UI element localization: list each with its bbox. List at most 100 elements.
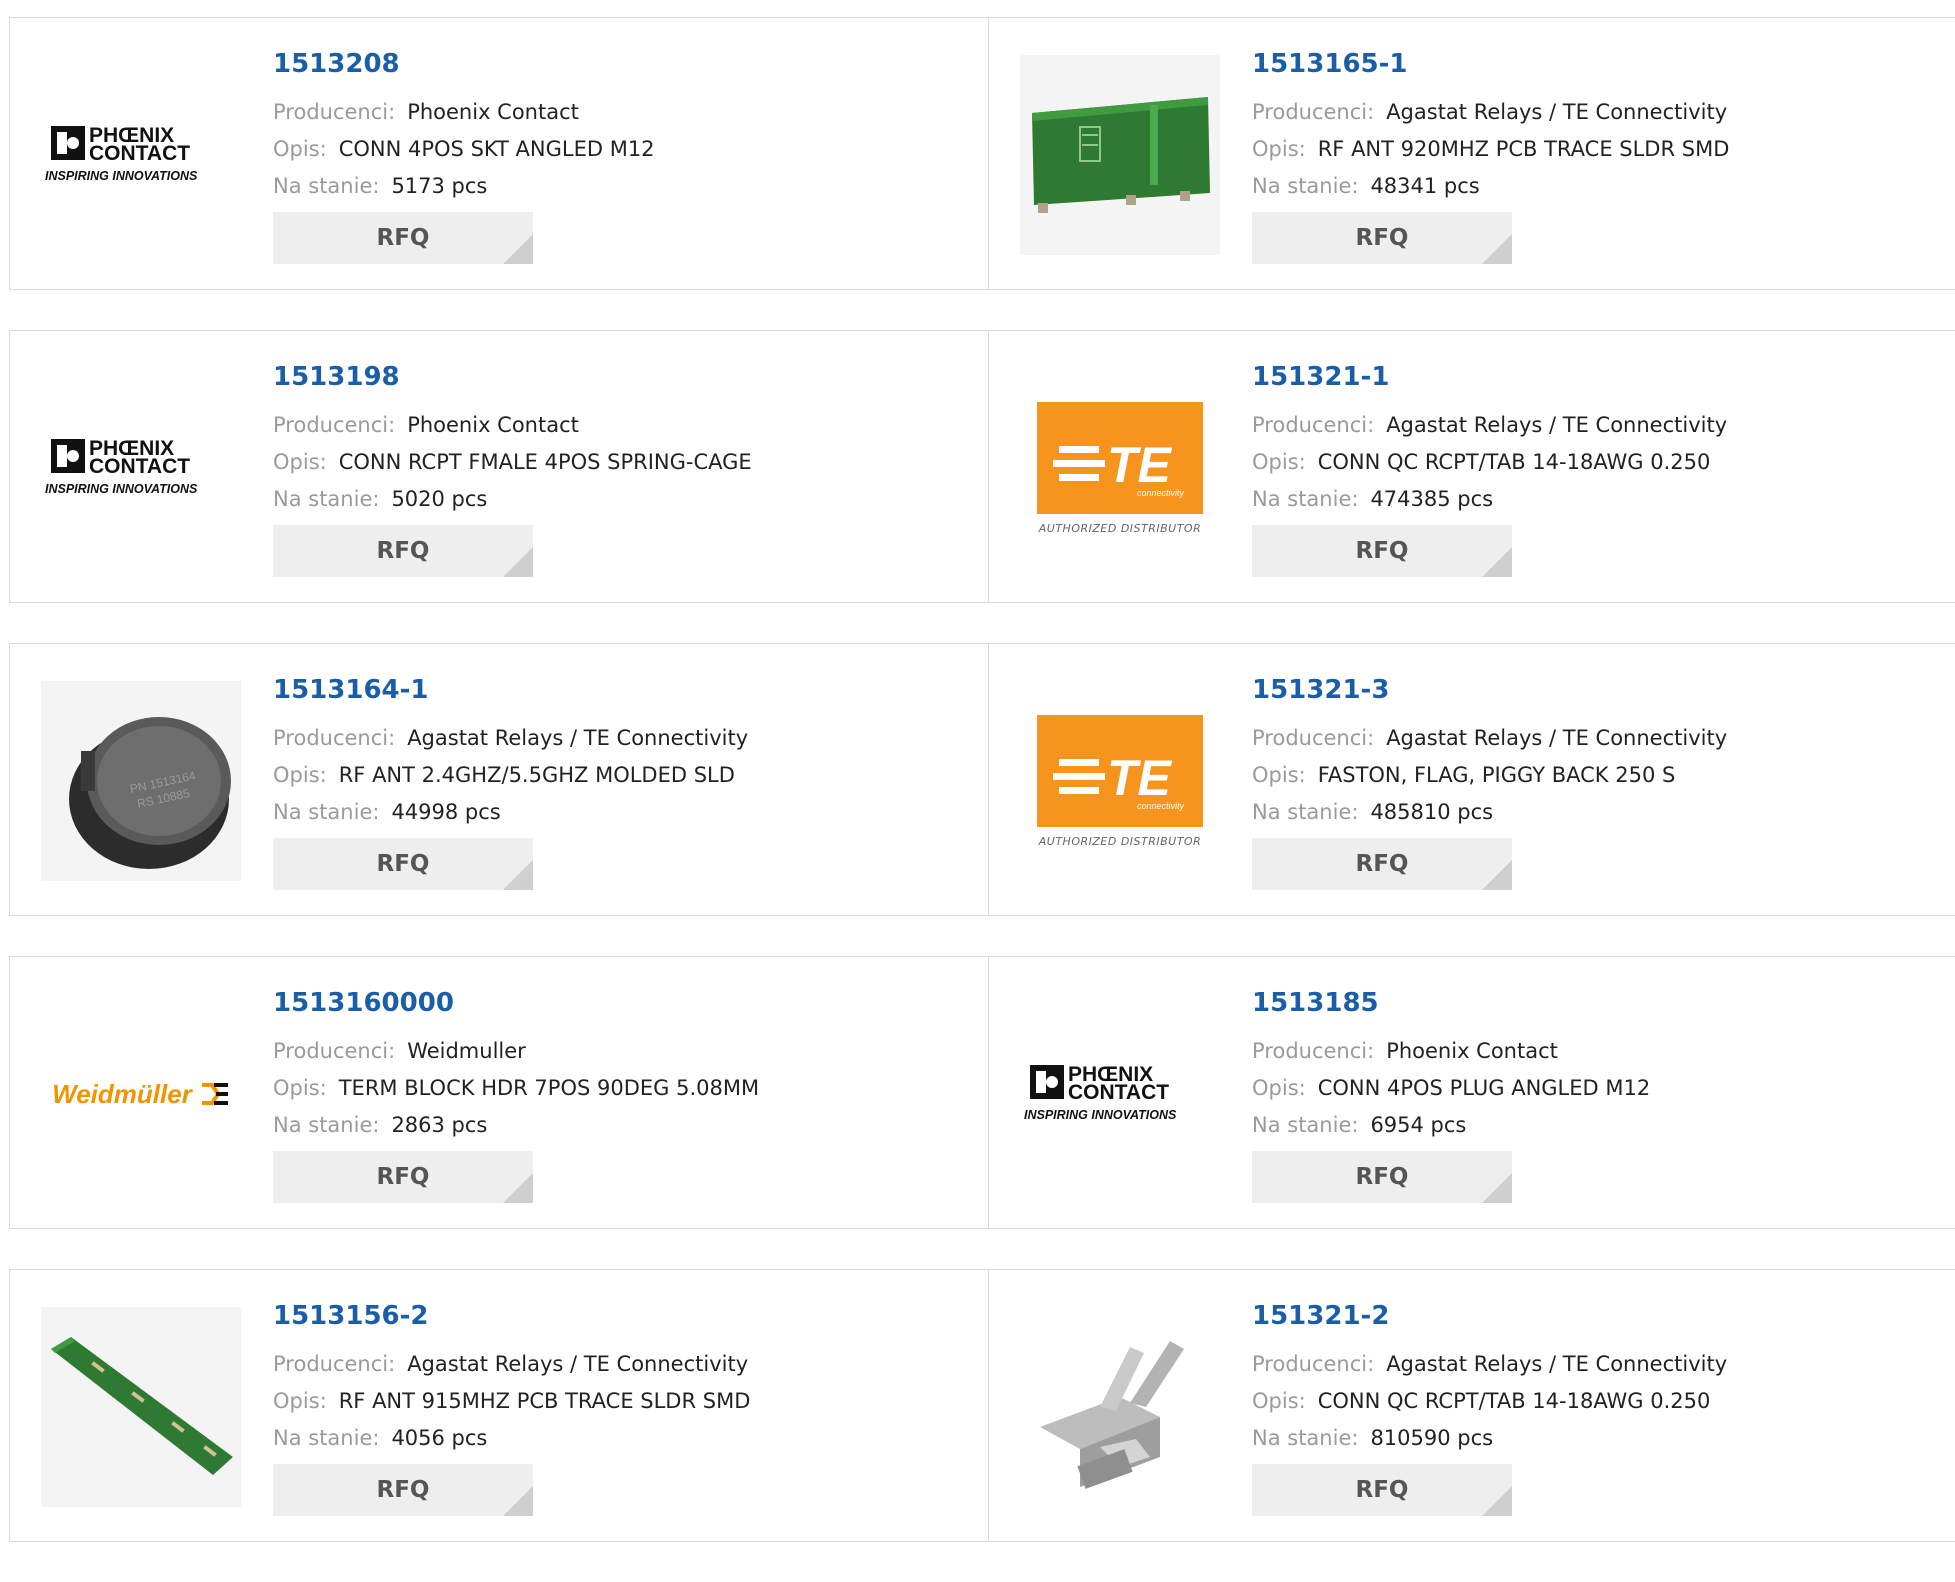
rfq-button[interactable]: RFQ	[1252, 1464, 1512, 1516]
corner-triangle-icon	[1482, 547, 1512, 577]
rfq-button[interactable]: RFQ	[273, 1464, 533, 1516]
product-thumbnail[interactable]: PN 1513164 RS 10885	[41, 681, 241, 881]
rfq-button[interactable]: RFQ	[1252, 525, 1512, 577]
te-logo-box: TE connectivity	[1037, 401, 1203, 514]
manufacturer-value: Phoenix Contact	[1386, 1039, 1558, 1063]
manufacturer-row: Producenci: Agastat Relays / TE Connectiv…	[273, 720, 748, 757]
corner-triangle-icon	[503, 1486, 533, 1516]
stock-value: 474385 pcs	[1370, 487, 1494, 511]
product-card: 151321-2 Producenci: Agastat Relays / TE …	[988, 1270, 1955, 1541]
stock-row: Na stanie: 474385 pcs	[1252, 481, 1727, 518]
corner-triangle-icon	[1482, 860, 1512, 890]
rfq-button[interactable]: RFQ	[1252, 1151, 1512, 1203]
rfq-button[interactable]: RFQ	[1252, 212, 1512, 264]
stock-value: 48341 pcs	[1370, 174, 1480, 198]
rfq-label: RFQ	[376, 851, 430, 877]
product-thumbnail[interactable]: Weidmüller	[41, 994, 241, 1194]
product-row: PHŒNIX CONTACT INSPIRING INNOVATIONS 151…	[9, 17, 1955, 290]
te-connectivity-logo: TE connectivity AUTHORIZED DISTRIBUTOR	[1020, 714, 1220, 848]
pcb-antenna-photo	[1020, 55, 1220, 255]
stock-value: 2863 pcs	[391, 1113, 488, 1137]
product-info: 1513164-1 Producenci: Agastat Relays / TE…	[273, 644, 748, 915]
product-thumbnail[interactable]: TE connectivity AUTHORIZED DISTRIBUTOR	[1020, 681, 1220, 881]
description-label: Opis:	[273, 450, 327, 474]
product-card: 1513156-2 Producenci: Agastat Relays / TE…	[10, 1270, 988, 1541]
description-label: Opis:	[273, 1076, 327, 1100]
rfq-button[interactable]: RFQ	[273, 838, 533, 890]
rfq-button[interactable]: RFQ	[273, 212, 533, 264]
manufacturer-value: Phoenix Contact	[407, 100, 579, 124]
part-number-link[interactable]: 1513160000	[273, 985, 759, 1033]
quick-connect-terminal-photo	[1020, 1307, 1220, 1507]
product-thumbnail[interactable]: PHŒNIX CONTACT INSPIRING INNOVATIONS	[1020, 994, 1220, 1194]
part-number-link[interactable]: 1513164-1	[273, 672, 748, 720]
te-connectivity-logo: TE connectivity AUTHORIZED DISTRIBUTOR	[1020, 401, 1220, 535]
stock-label: Na stanie:	[1252, 1426, 1359, 1450]
weidmuller-wordmark: Weidmüller	[52, 1078, 192, 1109]
svg-text:INSPIRING INNOVATIONS: INSPIRING INNOVATIONS	[1024, 1108, 1177, 1122]
corner-triangle-icon	[1482, 1486, 1512, 1516]
part-number-link[interactable]: 1513165-1	[1252, 46, 1729, 94]
description-label: Opis:	[1252, 763, 1306, 787]
stock-row: Na stanie: 48341 pcs	[1252, 168, 1729, 205]
manufacturer-row: Producenci: Agastat Relays / TE Connectiv…	[1252, 720, 1727, 757]
manufacturer-label: Producenci:	[1252, 1352, 1375, 1376]
product-thumbnail[interactable]	[41, 1307, 241, 1507]
product-thumbnail[interactable]: PHŒNIX CONTACT INSPIRING INNOVATIONS	[41, 55, 241, 255]
description-row: Opis: CONN 4POS SKT ANGLED M12	[273, 131, 655, 168]
part-number-link[interactable]: 1513156-2	[273, 1298, 750, 1346]
svg-text:CONTACT: CONTACT	[89, 455, 190, 478]
product-thumbnail[interactable]	[1020, 1307, 1220, 1507]
manufacturer-row: Producenci: Agastat Relays / TE Connectiv…	[273, 1346, 750, 1383]
stock-label: Na stanie:	[1252, 487, 1359, 511]
part-number-link[interactable]: 151321-2	[1252, 1298, 1727, 1346]
description-label: Opis:	[1252, 450, 1306, 474]
stock-row: Na stanie: 5020 pcs	[273, 481, 752, 518]
description-value: RF ANT 915MHZ PCB TRACE SLDR SMD	[338, 1389, 751, 1413]
product-thumbnail[interactable]: TE connectivity AUTHORIZED DISTRIBUTOR	[1020, 368, 1220, 568]
product-row: PN 1513164 RS 10885 1513164-1 Producenci…	[9, 643, 1955, 916]
part-number-link[interactable]: 1513208	[273, 46, 655, 94]
stock-value: 5173 pcs	[391, 174, 488, 198]
description-value: FASTON, FLAG, PIGGY BACK 250 S	[1317, 763, 1676, 787]
rfq-button[interactable]: RFQ	[1252, 838, 1512, 890]
description-row: Opis: TERM BLOCK HDR 7POS 90DEG 5.08MM	[273, 1070, 759, 1107]
svg-text:connectivity: connectivity	[1137, 801, 1185, 811]
manufacturer-value: Phoenix Contact	[407, 413, 579, 437]
product-card: PN 1513164 RS 10885 1513164-1 Producenci…	[10, 644, 988, 915]
part-number-link[interactable]: 1513185	[1252, 985, 1650, 1033]
part-number-link[interactable]: 151321-3	[1252, 672, 1727, 720]
rfq-button[interactable]: RFQ	[273, 525, 533, 577]
te-logo-box: TE connectivity	[1037, 714, 1203, 827]
phoenix-contact-logo: PHŒNIX CONTACT INSPIRING INNOVATIONS	[41, 118, 241, 192]
description-row: Opis: CONN 4POS PLUG ANGLED M12	[1252, 1070, 1650, 1107]
svg-text:INSPIRING INNOVATIONS: INSPIRING INNOVATIONS	[45, 482, 198, 496]
part-number-link[interactable]: 151321-1	[1252, 359, 1727, 407]
rfq-label: RFQ	[376, 225, 430, 251]
rfq-button[interactable]: RFQ	[273, 1151, 533, 1203]
svg-text:INSPIRING INNOVATIONS: INSPIRING INNOVATIONS	[45, 169, 198, 183]
manufacturer-row: Producenci: Phoenix Contact	[273, 94, 655, 131]
product-thumbnail[interactable]: PHŒNIX CONTACT INSPIRING INNOVATIONS	[41, 368, 241, 568]
description-value: RF ANT 920MHZ PCB TRACE SLDR SMD	[1317, 137, 1730, 161]
product-card: PHŒNIX CONTACT INSPIRING INNOVATIONS 151…	[10, 18, 988, 289]
stock-value: 4056 pcs	[391, 1426, 488, 1450]
manufacturer-row: Producenci: Agastat Relays / TE Connectiv…	[1252, 1346, 1727, 1383]
manufacturer-label: Producenci:	[273, 1352, 396, 1376]
description-row: Opis: RF ANT 2.4GHZ/5.5GHZ MOLDED SLD	[273, 757, 748, 794]
product-thumbnail[interactable]	[1020, 55, 1220, 255]
rfq-label: RFQ	[1355, 851, 1409, 877]
description-value: CONN 4POS SKT ANGLED M12	[338, 137, 655, 161]
rfq-label: RFQ	[1355, 538, 1409, 564]
product-card: PHŒNIX CONTACT INSPIRING INNOVATIONS 151…	[988, 957, 1955, 1228]
rfq-label: RFQ	[1355, 1477, 1409, 1503]
te-distributor-label: AUTHORIZED DISTRIBUTOR	[1038, 834, 1202, 848]
corner-triangle-icon	[503, 547, 533, 577]
part-number-link[interactable]: 1513198	[273, 359, 752, 407]
description-label: Opis:	[273, 763, 327, 787]
manufacturer-value: Agastat Relays / TE Connectivity	[407, 1352, 749, 1376]
stock-row: Na stanie: 4056 pcs	[273, 1420, 750, 1457]
stock-value: 5020 pcs	[391, 487, 488, 511]
svg-text:CONTACT: CONTACT	[89, 142, 190, 165]
manufacturer-label: Producenci:	[1252, 413, 1375, 437]
